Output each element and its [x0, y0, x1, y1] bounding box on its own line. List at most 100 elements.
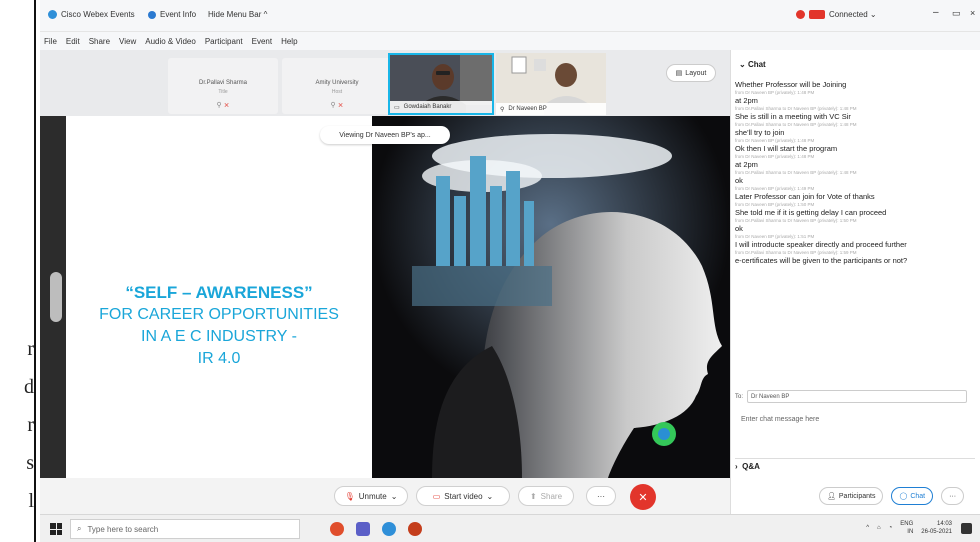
participants-button[interactable]: 👤︎ Participants — [819, 487, 884, 505]
menu-share[interactable]: Share — [89, 37, 110, 46]
unmute-button[interactable]: 🎙︎ Unmute ⌄ — [334, 486, 408, 506]
panel-handle[interactable] — [50, 272, 62, 322]
webex-taskbar-icon[interactable] — [382, 522, 396, 536]
close-icon: ✕ — [638, 491, 648, 504]
message-text: Ok then I will start the program — [735, 144, 838, 153]
network-icon[interactable]: ⌂ — [877, 525, 881, 531]
left-document-fragment: r d r s l — [0, 0, 40, 542]
ai-city-illustration-icon — [372, 116, 730, 478]
viewing-label: Viewing Dr Naveen BP's ap... — [339, 131, 431, 139]
message-text: at 2pm — [735, 96, 758, 105]
participant-role: Title — [218, 89, 228, 95]
mic-icon: ⚲ — [500, 106, 505, 113]
participant-tile[interactable]: Dr.Pallavi Sharma Title ⚲ ⨯ — [168, 58, 278, 114]
chat-message: Whether Professor will be Joining from Dr… — [735, 80, 975, 96]
more-options-button[interactable]: ··· — [586, 486, 616, 506]
volume-icon[interactable]: ◔ — [889, 525, 893, 531]
menu-view[interactable]: View — [119, 37, 136, 46]
chat-header[interactable]: ⌄ Chat — [739, 60, 766, 69]
menu-help[interactable]: Help — [281, 37, 297, 46]
video-tile-name: Dr Naveen BP — [508, 106, 547, 112]
chevron-right-icon: › — [735, 462, 740, 471]
chevron-up-icon[interactable]: ^ — [866, 525, 869, 531]
recipient-row: To: Dr Naveen BP — [735, 390, 968, 403]
message-text: Whether Professor will be Joining — [735, 80, 847, 89]
event-info-label: Event Info — [160, 10, 197, 19]
powerpoint-icon[interactable] — [408, 522, 422, 536]
clock[interactable]: 14:03 26-05-2021 — [921, 520, 952, 536]
panel-footer: 👤︎ Participants ◯ Chat ··· — [731, 478, 980, 514]
viewing-indicator[interactable]: Viewing Dr Naveen BP's ap... — [320, 126, 450, 144]
chat-button[interactable]: ◯ Chat — [891, 487, 934, 505]
chat-message: at 2pm from Dr.Pallavi Sharma to Dr Navee… — [735, 96, 975, 112]
meeting-controls: 🎙︎ Unmute ⌄ ▭ Start video ⌄ ⬆ Share ··· … — [40, 478, 730, 514]
language-indicator[interactable]: ENG IN — [900, 520, 913, 536]
windows-start-icon[interactable] — [50, 523, 62, 535]
menu-participant[interactable]: Participant — [205, 37, 243, 46]
mic-muted-icon: ⚲ ⨯ — [216, 102, 230, 109]
message-meta: from Dr Naveen BP (privately): 1:48 PM — [735, 90, 815, 95]
chat-bubble-icon: ◯ — [899, 493, 908, 500]
screen: r d r s l Cisco Webex Events Event Info … — [0, 0, 980, 542]
share-button[interactable]: ⬆ Share — [518, 486, 574, 506]
start-video-button[interactable]: ▭ Start video ⌄ — [416, 486, 510, 506]
fragment-text: r — [27, 414, 34, 436]
qa-title: Q&A — [742, 462, 760, 471]
menu-event[interactable]: Event — [252, 37, 272, 46]
chat-message: she'll try to join from Dr Naveen BP (pri… — [735, 128, 975, 144]
taskbar-search-input[interactable]: ⌕ Type here to search — [70, 519, 300, 539]
mic-muted-icon: ⚲ ⨯ — [330, 102, 344, 109]
connected-label: Connected ⌄ — [829, 10, 877, 19]
region-text: IN — [907, 529, 914, 535]
chat-message: at 2pm from Dr.Pallavi Sharma to Dr Navee… — [735, 160, 975, 176]
fragment-text: d — [24, 376, 34, 398]
message-text: e-certificates will be given to the part… — [735, 256, 908, 265]
video-tile-active-speaker[interactable]: ▭ Gowdaiah Banakr — [388, 53, 494, 115]
message-meta: from Dr Naveen BP (privately): 1:48 PM — [735, 154, 815, 159]
message-text: at 2pm — [735, 160, 758, 169]
mic-muted-icon: 🎙︎ — [344, 491, 355, 501]
system-tray: ^ ⌂ ◔ ENG IN 14:03 26-05-2021 — [866, 520, 952, 536]
notification-icon[interactable] — [961, 523, 972, 534]
recipient-select[interactable]: Dr Naveen BP — [747, 390, 968, 403]
participant-role: Host — [331, 89, 343, 95]
menu-edit[interactable]: Edit — [66, 37, 80, 46]
layout-button[interactable]: ▤ Layout — [666, 64, 716, 82]
video-tile-label: ⚲ Dr Naveen BP — [496, 103, 606, 115]
message-meta: from Dr.Pallavi Sharma to Dr Naveen BP (… — [735, 106, 857, 111]
message-text: ok — [735, 224, 743, 233]
message-text: ok — [735, 176, 743, 185]
webex-window: Cisco Webex Events Event Info Hide Menu … — [40, 0, 980, 514]
chrome-icon[interactable] — [330, 522, 344, 536]
end-meeting-button[interactable]: ✕ — [630, 484, 656, 510]
chat-messages: Whether Professor will be Joining from Dr… — [735, 80, 975, 265]
menu-file[interactable]: File — [44, 37, 57, 46]
more-panels-button[interactable]: ··· — [941, 487, 965, 505]
hide-menu-label: Hide Menu Bar ^ — [208, 10, 268, 19]
message-text: She is still in a meeting with VC Sir — [735, 112, 851, 121]
minimize-button[interactable]: – — [933, 7, 939, 18]
video-tile[interactable]: ⚲ Dr Naveen BP — [496, 53, 606, 115]
chat-message: She is still in a meeting with VC Sir fro… — [735, 112, 975, 128]
message-meta: from Dr.Pallavi Sharma to Dr Naveen BP (… — [735, 218, 857, 223]
maximize-button[interactable]: ▭ — [952, 8, 961, 19]
connection-status[interactable]: Connected ⌄ — [796, 10, 877, 19]
info-icon — [148, 10, 156, 19]
participant-strip: Dr.Pallavi Sharma Title ⚲ ⨯ Amity Univer… — [40, 50, 730, 116]
app-title[interactable]: Cisco Webex Events — [48, 10, 135, 19]
share-icon: ⬆ — [529, 491, 537, 501]
message-meta: from Dr Naveen BP (privately): 1:48 PM — [735, 138, 815, 143]
close-button[interactable]: × — [970, 8, 975, 18]
chat-message-input[interactable]: Enter chat message here — [735, 412, 971, 452]
message-meta: from Dr Naveen BP (privately): 1:50 PM — [735, 202, 815, 207]
hide-menu-bar-button[interactable]: Hide Menu Bar ^ — [208, 10, 267, 19]
slide-title-line: FOR CAREER OPPORTUNITIES — [99, 306, 339, 323]
event-info-button[interactable]: Event Info — [148, 10, 196, 19]
teams-icon[interactable] — [356, 522, 370, 536]
app-title-text: Cisco Webex Events — [61, 10, 135, 19]
fragment-text: s — [26, 452, 34, 474]
participant-tile[interactable]: Amity University Host ⚲ ⨯ — [282, 58, 392, 114]
qa-section-header[interactable]: › Q&A — [735, 458, 975, 472]
menu-audio-video[interactable]: Audio & Video — [145, 37, 196, 46]
layout-icon: ▤ — [675, 70, 683, 77]
